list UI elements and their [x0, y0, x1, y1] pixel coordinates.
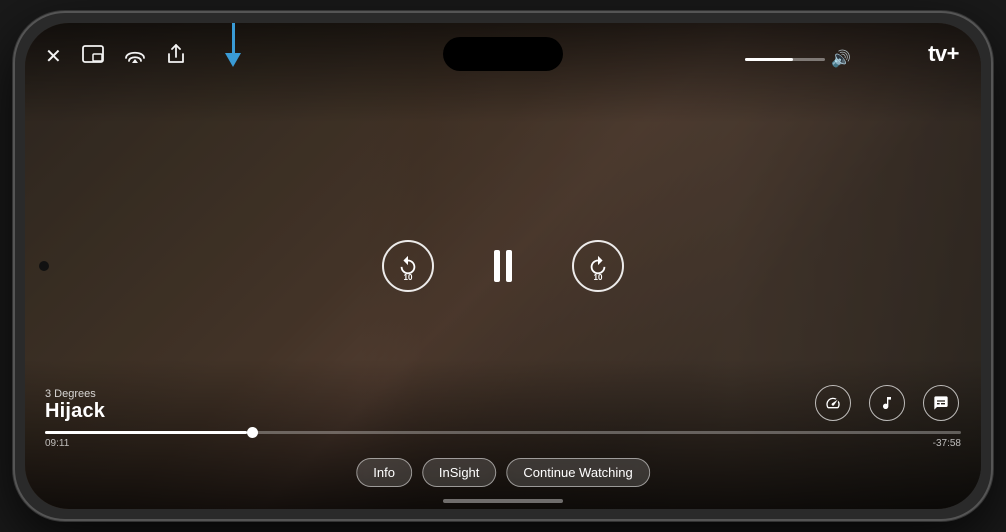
- volume-track: [745, 58, 825, 61]
- bottom-right-icons: [815, 385, 959, 421]
- screen: ✕: [25, 23, 981, 509]
- pause-bar-right: [506, 250, 512, 282]
- share-button[interactable]: [166, 43, 186, 70]
- time-elapsed: 09:11: [45, 438, 69, 449]
- time-labels: 09:11 -37:58: [45, 438, 961, 449]
- volume-fill: [745, 58, 793, 61]
- progress-track: [45, 431, 961, 434]
- insight-button[interactable]: InSight: [422, 458, 496, 487]
- airplay-button[interactable]: [124, 44, 146, 69]
- volume-icon: 🔊: [831, 49, 851, 69]
- skip-forward-button[interactable]: 10: [572, 240, 624, 292]
- phone-frame: ✕: [13, 11, 993, 521]
- top-left-controls: ✕: [45, 43, 186, 70]
- skip-forward-label: 10: [594, 273, 603, 282]
- appletv-brand: tv+: [926, 41, 959, 67]
- side-button-left: [13, 153, 15, 193]
- audio-button[interactable]: [869, 385, 905, 421]
- arrow-head: [225, 53, 241, 67]
- continue-watching-button[interactable]: Continue Watching: [506, 458, 649, 487]
- info-button[interactable]: Info: [356, 458, 412, 487]
- home-indicator[interactable]: [443, 499, 563, 503]
- subtitles-icon: [933, 395, 949, 411]
- front-camera: [39, 261, 49, 271]
- skip-back-label: 10: [404, 273, 413, 282]
- progress-thumb: [247, 427, 258, 438]
- arrow-shaft: [232, 23, 235, 53]
- appletv-logo: tv+: [926, 41, 959, 67]
- dynamic-island: [443, 37, 563, 71]
- arrow-indicator: [225, 23, 241, 67]
- pause-bar-left: [494, 250, 500, 282]
- playback-speed-button[interactable]: [815, 385, 851, 421]
- time-remaining: -37:58: [933, 438, 961, 449]
- pip-button[interactable]: [82, 45, 104, 68]
- side-button-right: [991, 173, 993, 243]
- subtitles-button[interactable]: [923, 385, 959, 421]
- pause-icon: [494, 250, 512, 282]
- center-controls: 10 10: [382, 240, 624, 292]
- audio-icon: [879, 395, 895, 411]
- progress-container[interactable]: 09:11 -37:58: [45, 431, 961, 449]
- skip-back-button[interactable]: 10: [382, 240, 434, 292]
- appletv-text: tv+: [928, 41, 959, 67]
- speed-icon: [825, 395, 841, 411]
- pause-button[interactable]: [494, 250, 512, 282]
- close-button[interactable]: ✕: [45, 44, 62, 69]
- progress-fill: [45, 431, 247, 434]
- volume-control[interactable]: 🔊: [745, 49, 851, 69]
- pill-buttons: Info InSight Continue Watching: [356, 458, 650, 487]
